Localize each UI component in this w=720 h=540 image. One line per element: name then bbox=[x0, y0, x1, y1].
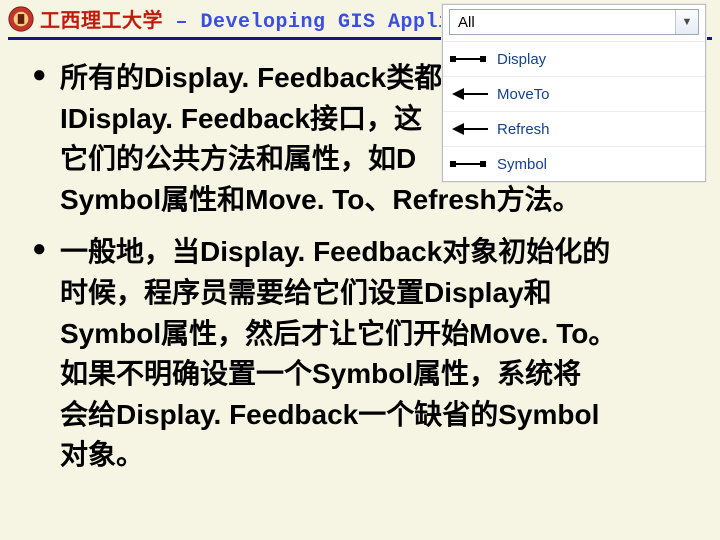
property-icon bbox=[447, 52, 497, 66]
body-text: 如果不明确设置一个Symbol属性，系统将 bbox=[60, 354, 700, 395]
idisplayfeedback-members-panel: All ▼ Display MoveTo bbox=[442, 4, 706, 182]
method-icon bbox=[447, 87, 497, 101]
body-text: 对象。 bbox=[60, 435, 700, 476]
university-logo-icon bbox=[8, 6, 34, 32]
body-text: 会给Display. Feedback一个缺省的Symbol bbox=[60, 395, 700, 436]
member-row-symbol[interactable]: Symbol bbox=[443, 146, 705, 181]
member-label: Refresh bbox=[497, 121, 550, 138]
bullet-item: 一般地，当Display. Feedback对象初始化的 时候，程序员需要给它们… bbox=[32, 232, 700, 476]
member-label: Display bbox=[497, 51, 546, 68]
chevron-down-icon: ▼ bbox=[675, 10, 698, 34]
property-icon bbox=[447, 157, 497, 171]
member-row-refresh[interactable]: Refresh bbox=[443, 111, 705, 146]
dropdown-selected: All bbox=[450, 14, 675, 31]
filter-dropdown[interactable]: All ▼ bbox=[449, 9, 699, 35]
member-row-moveto[interactable]: MoveTo bbox=[443, 76, 705, 111]
body-text: Symbol属性和Move. To、Refresh方法。 bbox=[60, 180, 700, 221]
method-icon bbox=[447, 122, 497, 136]
body-text: Symbol属性，然后才让它们开始Move. To。 bbox=[60, 314, 700, 355]
body-text: 时候，程序员需要给它们设置Display和 bbox=[60, 273, 700, 314]
body-text: 一般地，当Display. Feedback对象初始化的 bbox=[60, 232, 700, 273]
member-label: MoveTo bbox=[497, 86, 550, 103]
title-prefix: 工西理工大学 bbox=[40, 11, 163, 34]
member-row-display[interactable]: Display bbox=[443, 41, 705, 76]
member-label: Symbol bbox=[497, 156, 547, 173]
